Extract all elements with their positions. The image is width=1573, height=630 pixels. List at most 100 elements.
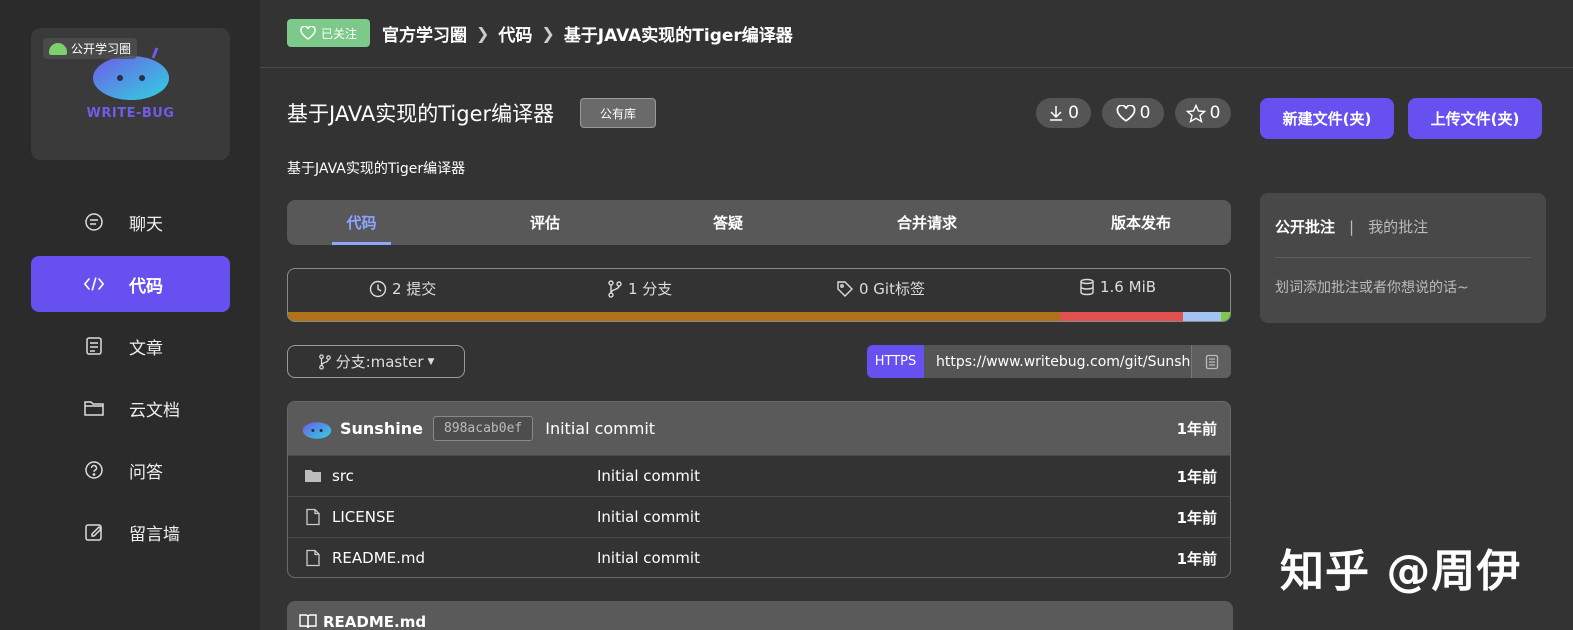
file-table: Sunshine 898acab0ef Initial commit 1年前 s… [287,401,1231,578]
star-button[interactable]: 0 [1175,98,1231,128]
breadcrumb-repo[interactable]: 基于JAVA实现的Tiger编译器 [564,21,793,46]
repo-tabs: 代码 评估 答疑 合并请求 版本发布 [287,200,1231,245]
copy-button[interactable] [1191,345,1231,378]
tab-code[interactable]: 代码 [332,200,391,245]
commit-time: 1年前 [1176,420,1217,438]
file-commit-message[interactable]: Initial commit [597,549,700,567]
annotation-tab-separator: | [1349,217,1355,236]
commits-count: 2 提交 [392,280,437,298]
sidebar-item-label: 代码 [129,276,163,297]
download-button[interactable]: 0 [1036,98,1091,128]
language-bar-segment [288,312,1061,321]
branch-selector[interactable]: 分支:master ▼ [287,345,465,378]
new-file-button[interactable]: 新建文件(夹) [1260,98,1394,139]
code-icon [83,273,105,295]
file-commit-message[interactable]: Initial commit [597,508,700,526]
follow-button[interactable]: 已关注 [287,19,370,47]
branch-icon [608,279,622,298]
breadcrumb-code[interactable]: 代码 [498,21,532,46]
sidebar-item-cloud-docs[interactable]: 云文档 [31,380,230,436]
file-name[interactable]: LICENSE [332,508,395,526]
sidebar: 公开学习圈 WRITE-BUG 聊天 代码 文章 云文档 问答 留言墙 [0,0,260,630]
repo-stats: 2 提交 1 分支 0 Git标签 1.6 MiB [287,268,1231,322]
tags-stat[interactable]: 0 Git标签 [836,278,925,299]
question-icon [83,459,105,481]
caret-down-icon: ▼ [427,356,435,367]
tab-releases[interactable]: 版本发布 [1095,200,1187,245]
file-commit-message[interactable]: Initial commit [597,467,700,485]
branches-count: 1 分支 [628,280,673,298]
commits-stat[interactable]: 2 提交 [369,278,436,299]
visibility-badge: 公有库 [580,98,656,128]
latest-commit-row: Sunshine 898acab0ef Initial commit 1年前 [288,402,1230,455]
branches-stat[interactable]: 1 分支 [607,278,672,299]
download-count: 0 [1068,103,1079,123]
annotation-panel: 公开批注 | 我的批注 划词添加批注或者你想说的话~ [1260,193,1546,323]
logo-card[interactable]: 公开学习圈 WRITE-BUG [31,28,230,160]
breadcrumb-circle[interactable]: 官方学习圈 [382,21,467,46]
tag-icon [837,280,853,297]
size-stat: 1.6 MiB [1079,278,1156,296]
commit-hash[interactable]: 898acab0ef [432,416,534,441]
book-icon [299,614,317,629]
file-icon [306,508,320,526]
language-bar-segment [1060,312,1183,321]
sidebar-item-qa[interactable]: 问答 [31,442,230,498]
file-time: 1年前 [1176,467,1217,486]
readme-title: README.md [323,613,427,630]
language-bar [288,312,1230,321]
chat-icon [83,211,105,233]
clock-icon [369,280,387,297]
sidebar-item-article[interactable]: 文章 [31,318,230,374]
clone-url-input[interactable]: https://www.writebug.com/git/Sunsh [924,345,1191,378]
sidebar-item-label: 聊天 [129,214,163,235]
like-button[interactable]: 0 [1102,98,1164,128]
divider [1275,257,1531,258]
commit-message[interactable]: Initial commit [545,419,655,438]
sidebar-item-label: 留言墙 [129,524,180,545]
tab-my-annotations[interactable]: 我的批注 [1368,216,1428,237]
table-row[interactable]: src Initial commit 1年前 [288,455,1230,496]
clone-protocol[interactable]: HTTPS [867,345,924,378]
branch-label: 分支:master [335,353,424,371]
file-time: 1年前 [1176,508,1217,527]
copy-icon [1205,354,1218,369]
tags-count: 0 Git标签 [859,280,925,298]
sidebar-item-label: 文章 [129,338,163,359]
tab-qa[interactable]: 答疑 [698,200,758,245]
file-name[interactable]: README.md [332,549,425,567]
download-icon [1050,106,1063,121]
circle-badge-label: 公开学习圈 [71,42,132,56]
chevron-right-icon: ❯ [541,24,555,43]
folder-icon [305,470,321,482]
file-time: 1年前 [1176,549,1217,568]
like-count: 0 [1139,103,1151,123]
brand-name: WRITE-BUG [86,106,175,121]
file-icon [306,549,320,567]
sidebar-item-label: 云文档 [129,400,180,421]
file-name[interactable]: src [332,467,354,485]
edit-icon [83,521,105,543]
language-bar-segment [1220,312,1230,321]
tab-public-annotations[interactable]: 公开批注 [1275,216,1335,237]
avatar[interactable] [302,417,332,441]
article-icon [83,335,105,357]
commit-author[interactable]: Sunshine [340,419,423,438]
table-row[interactable]: README.md Initial commit 1年前 [288,537,1230,577]
chevron-right-icon: ❯ [476,24,490,43]
heart-icon [300,26,316,40]
clone-url-box: HTTPS https://www.writebug.com/git/Sunsh [867,345,1231,378]
tab-evaluation[interactable]: 评估 [515,200,575,245]
android-icon [49,42,67,55]
tab-merge-requests[interactable]: 合并请求 [881,200,973,245]
table-row[interactable]: LICENSE Initial commit 1年前 [288,496,1230,537]
star-icon [1185,103,1206,123]
branch-icon [318,353,331,370]
readme-header: README.md [287,601,1233,630]
top-header: 已关注 官方学习圈 ❯ 代码 ❯ 基于JAVA实现的Tiger编译器 [260,0,1573,68]
sidebar-item-code[interactable]: 代码 [31,256,230,312]
sidebar-item-chat[interactable]: 聊天 [31,194,230,250]
circle-badge: 公开学习圈 [43,38,138,59]
upload-file-button[interactable]: 上传文件(夹) [1408,98,1542,139]
sidebar-item-message-wall[interactable]: 留言墙 [31,504,230,560]
